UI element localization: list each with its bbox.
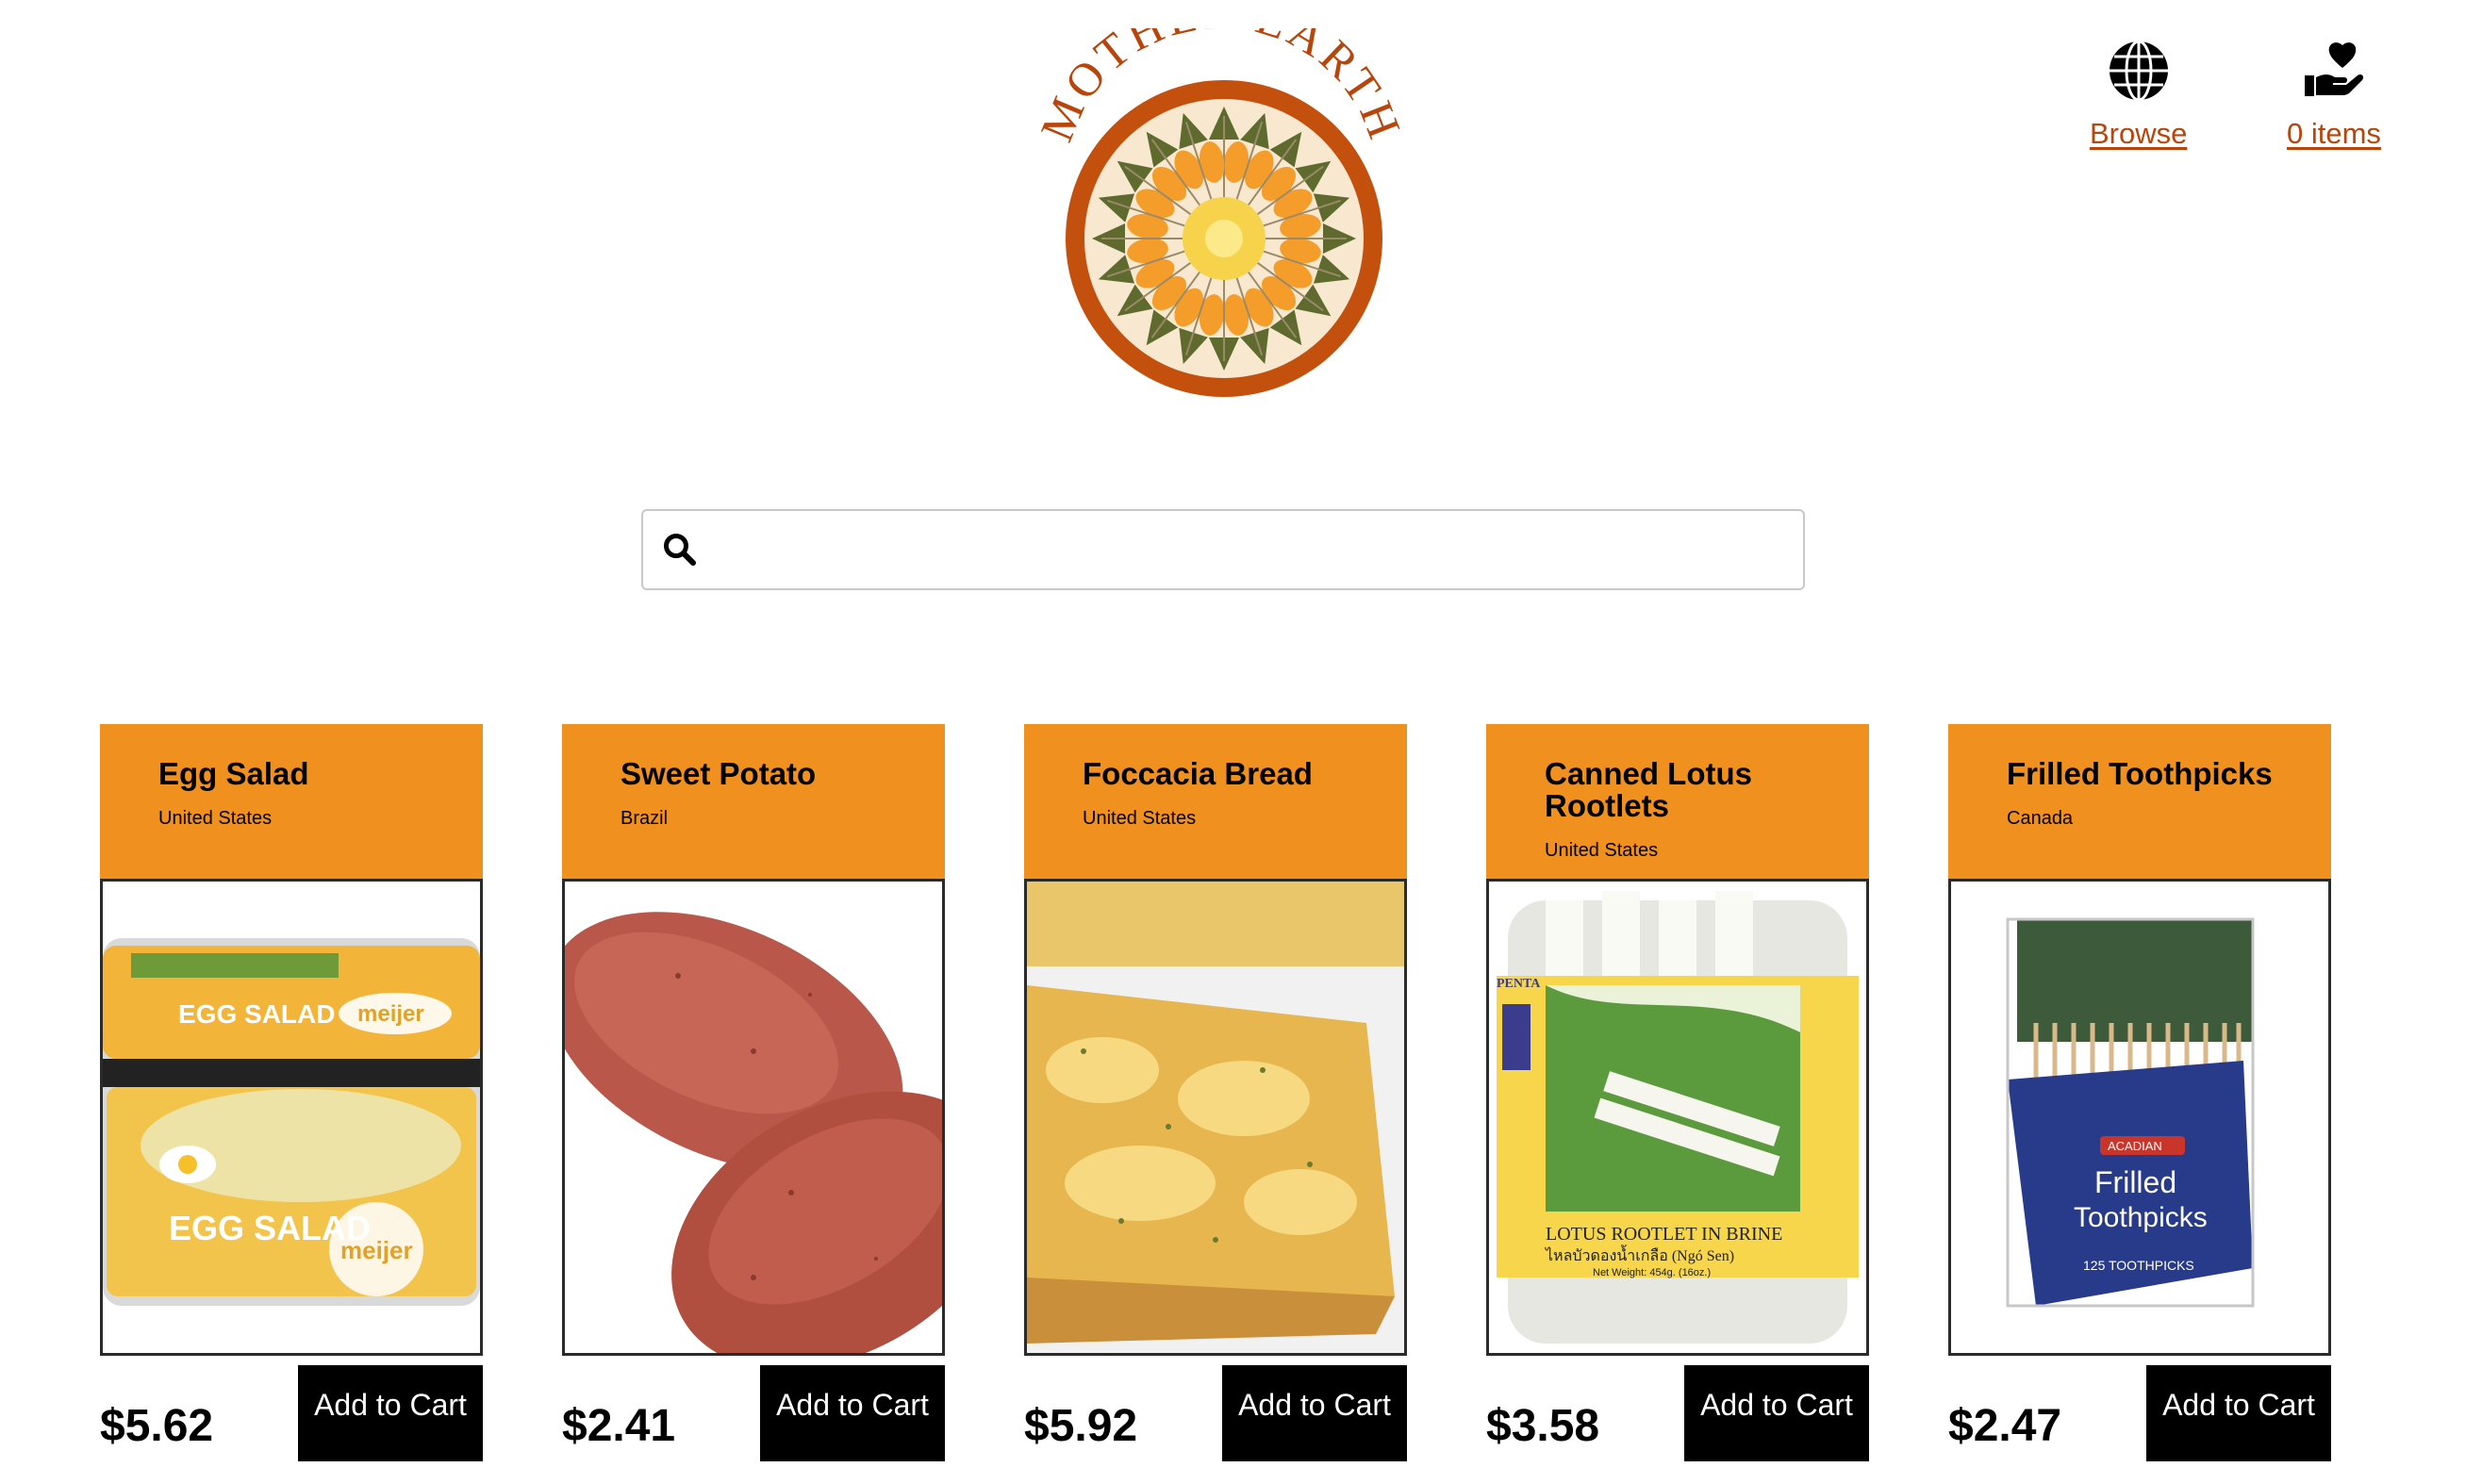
search-icon[interactable] [662, 532, 698, 568]
svg-text:Frilled: Frilled [2094, 1165, 2176, 1199]
store-page: MOTHER EARTH Browse [0, 0, 2482, 1484]
svg-text:Net Weight: 454g. (16oz.): Net Weight: 454g. (16oz.) [1593, 1267, 1711, 1278]
product-card: Canned Lotus Rootlets United States PENT… [1486, 724, 1869, 1461]
product-origin: United States [158, 808, 273, 829]
product-card-header[interactable]: Egg Salad United States [100, 724, 483, 879]
hand-heart-icon [2304, 42, 2364, 96]
svg-text:Toothpicks: Toothpicks [2074, 1202, 2208, 1233]
product-card-footer: $5.62 Add to Cart [100, 1356, 483, 1461]
product-card: Frilled Toothpicks Canada ACADIAN Frille… [1948, 724, 2331, 1461]
product-card-header[interactable]: Foccacia Bread United States [1024, 724, 1407, 879]
svg-text:ไหลบัวดองน้ำเกลือ (Ngó Sen): ไหลบัวดองน้ำเกลือ (Ngó Sen) [1544, 1245, 1734, 1264]
browse-link[interactable]: Browse [2090, 38, 2187, 151]
product-price: $2.41 [562, 1401, 676, 1451]
product-card-header[interactable]: Canned Lotus Rootlets United States [1486, 724, 1869, 879]
product-image[interactable]: EGG SALAD meijer EGG SALAD meijer [100, 879, 483, 1356]
mother-earth-logo[interactable]: MOTHER EARTH [1028, 0, 1409, 405]
search-bar[interactable] [641, 509, 1805, 590]
product-price: $2.47 [1948, 1401, 2062, 1451]
product-name[interactable]: Sweet Potato [620, 758, 903, 790]
product-image[interactable] [1024, 879, 1407, 1356]
product-price: $3.58 [1486, 1401, 1600, 1451]
product-card-footer: $3.58 Add to Cart [1486, 1356, 1869, 1461]
product-card: Egg Salad United States EGG SALAD meijer [100, 724, 483, 1461]
svg-text:ACADIAN: ACADIAN [2108, 1139, 2162, 1153]
product-card-footer: $5.92 Add to Cart [1024, 1356, 1407, 1461]
add-to-cart-button[interactable]: Add to Cart [760, 1365, 945, 1461]
svg-text:PENTA: PENTA [1497, 977, 1541, 991]
add-to-cart-button[interactable]: Add to Cart [298, 1365, 483, 1461]
product-name[interactable]: Egg Salad [158, 758, 441, 790]
svg-text:LOTUS ROOTLET IN BRINE: LOTUS ROOTLET IN BRINE [1546, 1224, 1782, 1245]
product-origin: United States [1083, 808, 1197, 829]
svg-text:EGG SALAD: EGG SALAD [178, 999, 335, 1029]
add-to-cart-button[interactable]: Add to Cart [1222, 1365, 1407, 1461]
product-card-header[interactable]: Sweet Potato Brazil [562, 724, 945, 879]
product-card-footer: $2.47 Add to Cart [1948, 1356, 2331, 1461]
product-image[interactable]: ACADIAN Frilled Toothpicks 125 TOOTHPICK… [1948, 879, 2331, 1356]
product-price: $5.92 [1024, 1401, 1138, 1451]
browse-label[interactable]: Browse [2090, 117, 2187, 151]
add-to-cart-button[interactable]: Add to Cart [2146, 1365, 2331, 1461]
product-card-footer: $2.41 Add to Cart [562, 1356, 945, 1461]
product-card-header[interactable]: Frilled Toothpicks Canada [1948, 724, 2331, 879]
product-card: Sweet Potato Brazil $2.41 Add to Cart [562, 724, 945, 1461]
svg-text:125 TOOTHPICKS: 125 TOOTHPICKS [2083, 1258, 2194, 1273]
svg-text:meijer: meijer [357, 1001, 424, 1027]
product-image[interactable]: PENTA LOTUS ROOTLET IN BRINE ไหลบัวดองน้… [1486, 879, 1869, 1356]
globe-icon [2109, 40, 2168, 102]
product-origin: Canada [2007, 808, 2074, 829]
add-to-cart-button[interactable]: Add to Cart [1684, 1365, 1869, 1461]
search-input[interactable] [698, 511, 1803, 588]
cart-link[interactable]: 0 items [2287, 38, 2381, 151]
product-name[interactable]: Frilled Toothpicks [2007, 758, 2290, 790]
product-price: $5.62 [100, 1401, 214, 1451]
cart-count-label[interactable]: 0 items [2287, 117, 2381, 151]
product-origin: United States [1545, 840, 1659, 861]
product-origin: Brazil [620, 808, 669, 829]
product-image[interactable] [562, 879, 945, 1356]
product-name[interactable]: Canned Lotus Rootlets [1545, 758, 1828, 822]
product-name[interactable]: Foccacia Bread [1083, 758, 1365, 790]
svg-text:meijer: meijer [340, 1236, 413, 1264]
product-card: Foccacia Bread United States $5.92 Add t… [1024, 724, 1407, 1461]
